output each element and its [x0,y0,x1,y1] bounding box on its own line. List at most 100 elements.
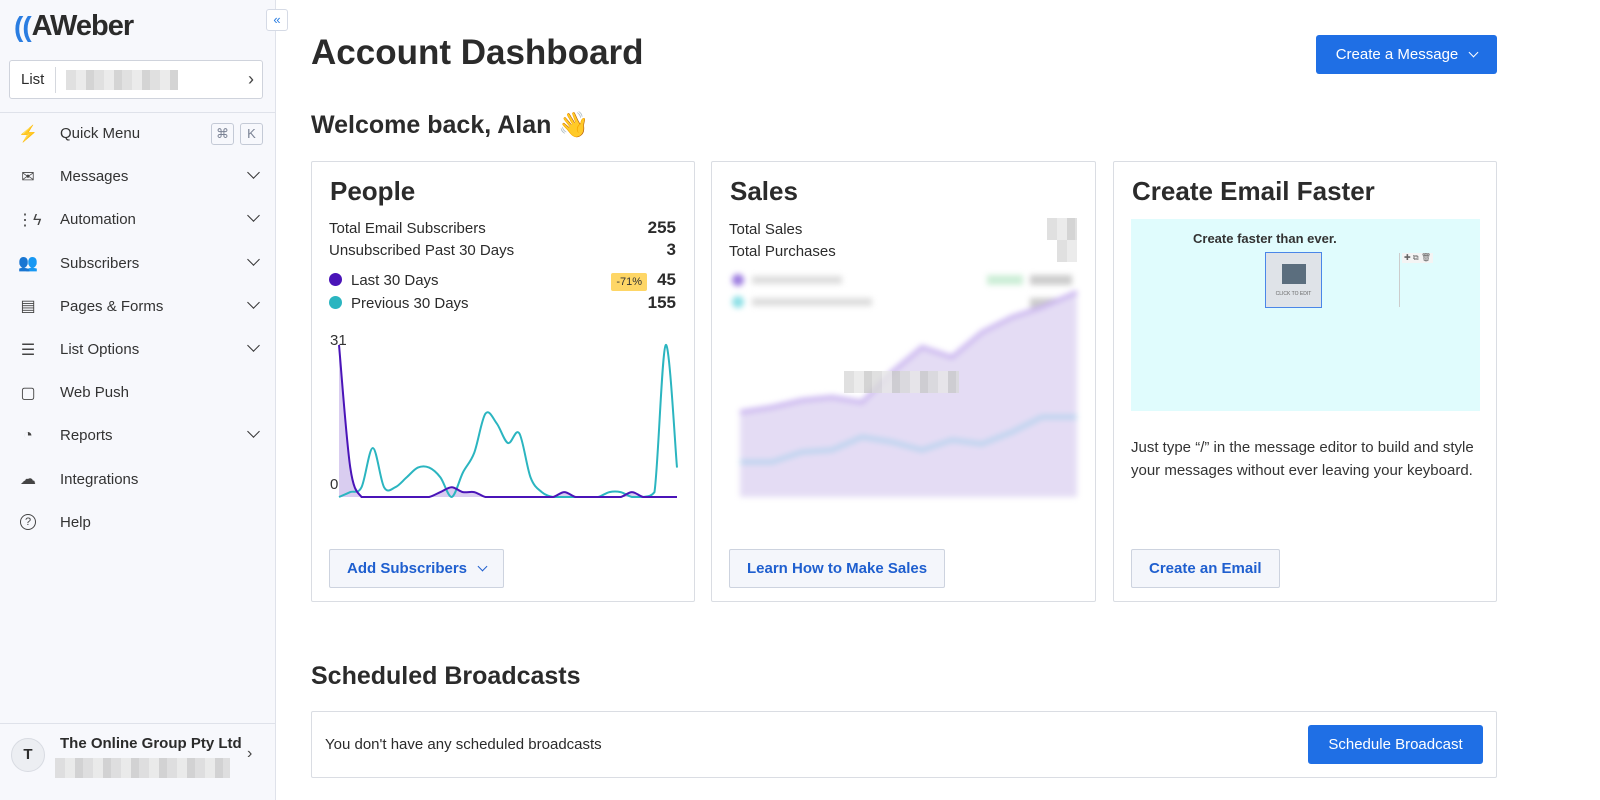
sidebar-item-pages-forms[interactable]: ▤ Pages & Forms [0,285,276,328]
previous-30-line [338,343,678,499]
y-tick-min: 0 [330,476,338,493]
legend-dot [329,272,342,286]
create-message-button[interactable]: Create a Message [1316,35,1497,74]
chevron-down-icon [1468,47,1479,58]
description: Just type “/” in the message editor to b… [1131,439,1474,479]
value: 255 [647,218,676,237]
redacted-tooltip [844,371,959,393]
subscribers-chart: 310Apr 16, 2023Today [330,332,678,499]
button-label: Learn How to Make Sales [747,560,928,577]
schedule-broadcast-button[interactable]: Schedule Broadcast [1308,725,1483,764]
sidebar-item-label: Web Push [60,384,129,402]
click-to-edit: CLICK TO EDIT [1275,291,1312,297]
sidebar-item-list-options[interactable]: ☰ List Options [0,328,276,371]
sidebar-item-integrations[interactable]: ☁ Integrations [0,458,276,501]
scheduled-broadcasts-panel: You don't have any scheduled broadcasts … [311,711,1497,778]
web-push-icon: ▢ [20,384,36,402]
list-label: List [10,66,57,93]
redacted-value [1057,240,1077,262]
sidebar-item-messages[interactable]: ✉ Messages [0,155,276,198]
legend-dot [329,295,342,309]
sales-card: Sales Total Sales Total Purchases Learn … [711,161,1096,602]
label: Unsubscribed Past 30 Days [329,241,515,259]
aweber-logo[interactable]: ((AWeber [14,10,134,43]
pie-chart-icon: ◔ [23,426,33,444]
card-title: People [330,176,416,206]
chevron-right-icon: › [248,69,254,89]
sidebar-item-reports[interactable]: ◔ Reports [0,414,276,457]
y-tick-max: 31 [330,332,347,349]
page-title: Account Dashboard [311,33,644,72]
redacted-value [1047,218,1077,240]
chevron-down-icon [247,295,260,309]
label: Last 30 Days [351,271,439,289]
last-30-line [338,344,677,498]
create-email-button[interactable]: Create an Email [1131,549,1280,588]
card-title: Create Email Faster [1132,176,1375,206]
legend-last-30: Last 30 Days -71% 45 [329,270,676,291]
chevron-down-icon [247,425,260,439]
page-form-icon: ▤ [20,298,36,316]
image-placeholder: CLICK TO EDIT [1265,252,1322,308]
redacted-list-name [66,69,179,90]
image-icon [1282,264,1306,284]
card-title: Sales [730,176,798,206]
avatar: T [11,738,45,772]
list-selector[interactable]: List › [9,60,263,99]
automation-icon: ⋮ϟ [17,211,42,229]
sidebar: ((AWeber List › ⚡ Quick Menu ⌘ K ✉ Messag… [0,0,276,800]
logo-mark-icon: (( [14,10,32,42]
sidebar-item-label: Automation [60,211,136,229]
double-chevron-left-icon: « [273,12,281,27]
add-subscribers-button[interactable]: Add Subscribers [329,549,505,588]
sidebar-nav: ⚡ Quick Menu ⌘ K ✉ Messages ⋮ϟ Automation 👥 S… [0,112,276,544]
button-label: Schedule Broadcast [1328,736,1463,753]
account-switcher[interactable]: T The Online Group Pty Ltd › [0,723,276,800]
button-label: Add Subscribers [347,560,468,577]
collapse-sidebar-button[interactable]: « [266,9,288,31]
last-30-area [339,345,677,497]
value: 45 [657,270,676,289]
sidebar-item-web-push[interactable]: ▢ Web Push [0,371,276,414]
sidebar-item-label: Help [60,513,91,531]
chevron-down-icon [247,339,260,352]
chevron-right-icon: › [247,745,253,762]
people-card: People Total Email Subscribers 255 Unsubs… [311,161,695,602]
chevron-down-icon [477,561,488,572]
help-icon: ? [20,514,36,531]
button-label: Create an Email [1149,560,1262,577]
section-title: Scheduled Broadcasts [311,662,581,690]
sidebar-item-label: Messages [60,168,129,186]
legend-previous-30: Previous 30 Days 155 [329,293,676,313]
sidebar-item-label: Pages & Forms [60,297,164,315]
account-name: The Online Group Pty Ltd [60,735,242,752]
sidebar-item-label: List Options [60,341,140,359]
sidebar-item-help[interactable]: ? Help [0,501,276,544]
sidebar-item-label: Quick Menu [60,125,141,143]
unsubscribed-row: Unsubscribed Past 30 Days 3 [329,240,676,260]
sidebar-item-label: Subscribers [60,254,140,272]
envelope-icon: ✉ [21,168,35,186]
button-label: Create a Message [1335,46,1459,63]
empty-message: You don't have any scheduled broadcasts [325,736,602,753]
preview-heading: Create faster than ever. [1193,231,1337,246]
sliders-icon: ☰ [20,341,36,359]
chevron-down-icon [247,252,260,266]
learn-sales-button[interactable]: Learn How to Make Sales [729,549,946,588]
people-icon: 👥 [18,255,38,273]
lightning-sparkle-icon: ⚡ [18,125,38,143]
sidebar-item-quick-menu[interactable]: ⚡ Quick Menu ⌘ K [0,112,276,155]
chevron-down-icon [247,209,260,223]
sidebar-item-subscribers[interactable]: 👥 Subscribers [0,242,276,285]
welcome-heading: Welcome back, Alan 👋 [311,111,590,139]
label: Total Email Subscribers [329,219,486,237]
value: 3 [666,240,676,259]
value: 155 [647,293,676,312]
total-purchases-row: Total Purchases [729,240,1077,262]
create-email-card: Create Email Faster Create faster than e… [1113,161,1497,602]
label: Total Sales [729,220,803,238]
toolbar-divider [1399,253,1400,307]
editor-preview-image: Create faster than ever. CLICK TO EDIT ✚… [1131,219,1480,411]
chevron-down-icon [247,166,260,180]
sidebar-item-automation[interactable]: ⋮ϟ Automation [0,198,276,241]
